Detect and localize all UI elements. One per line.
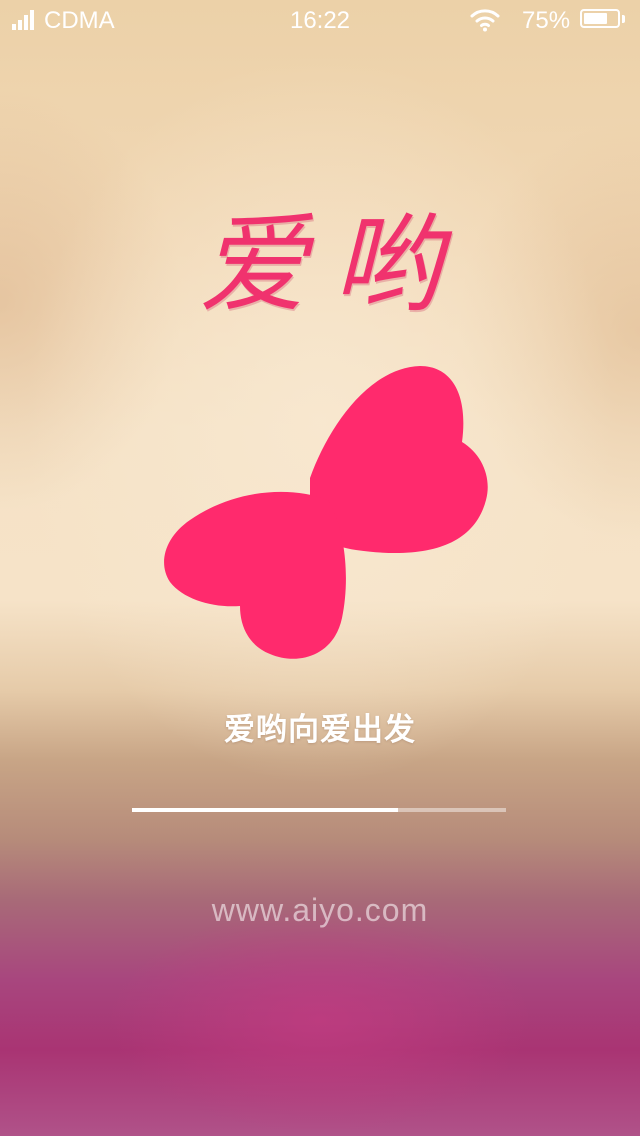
lower-heart-shape [164,491,346,659]
battery-percentage: 75% [522,7,571,34]
website-url: www.aiyo.com [211,892,429,928]
hearts-logo-icon [164,366,488,659]
battery-nub [622,15,625,23]
battery-level-fill [584,13,607,24]
battery-icon [580,9,620,28]
brand-title: 爱哟 [198,203,467,328]
wifi-icon [470,9,500,32]
status-bar: CDMA 16:22 75% [0,0,640,40]
tagline: 爱哟向爱出发 [224,712,416,747]
loading-progress-fill [132,808,398,812]
loading-progress-bar [132,808,506,812]
